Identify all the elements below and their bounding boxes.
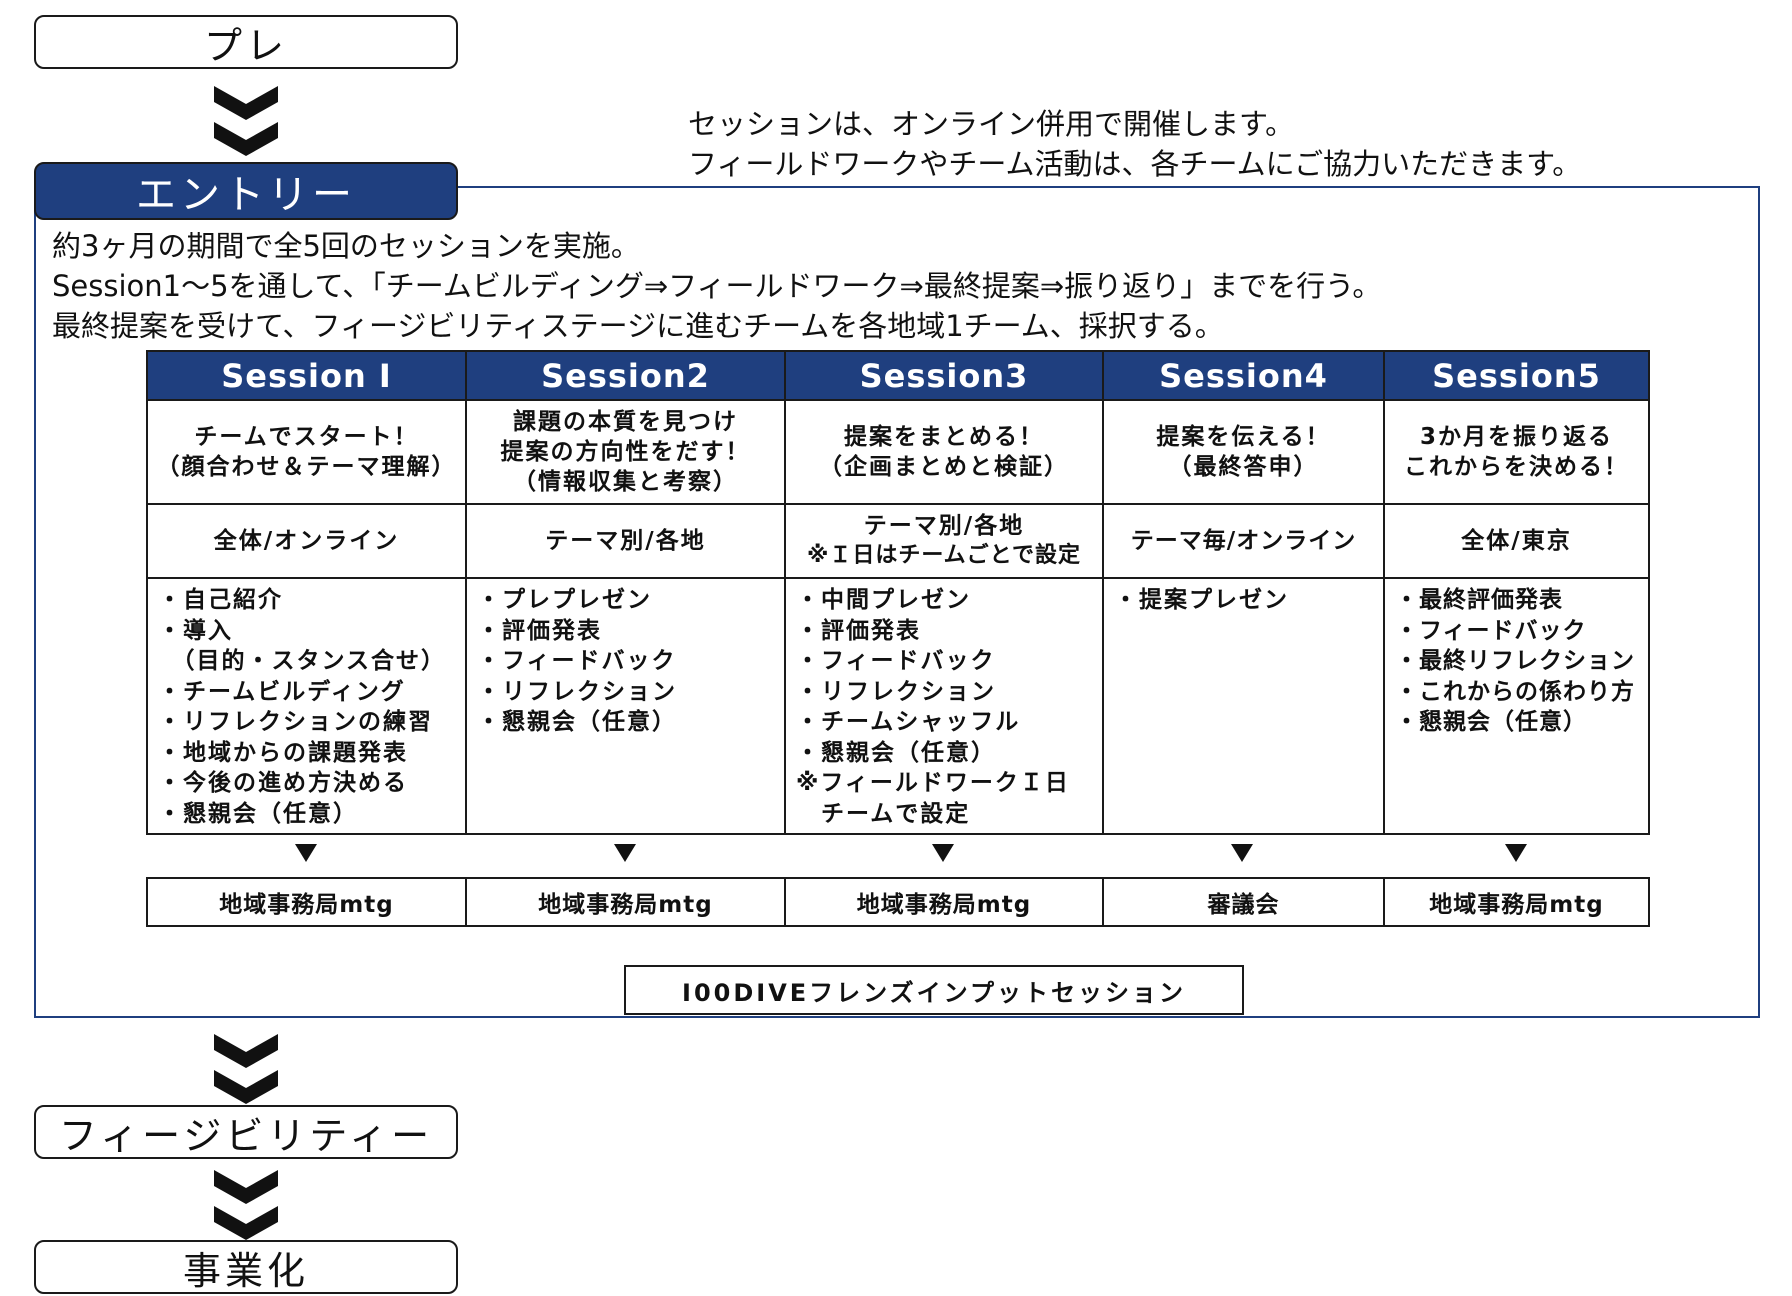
session-3-goal: 提案をまとめる！ （企画まとめと検証） [784, 399, 1104, 505]
goal-line: （企画まとめと検証） [819, 454, 1069, 480]
session-2-title: Session2 [465, 350, 786, 401]
activity-item: ・懇親会（任意） [477, 709, 677, 735]
venue-line: ※Ｉ日はチームごとで設定 [806, 543, 1082, 568]
activity-item: ・リフレクションの練習 [158, 709, 433, 735]
goal-line: （最終答申） [1168, 454, 1319, 480]
session-4-title: Session4 [1102, 350, 1385, 401]
activity-item: ・導入 [158, 617, 233, 644]
goal-line: （顔合わせ＆テーマ理解） [156, 454, 457, 480]
activity-item: ・これからの係わり方 [1395, 678, 1635, 705]
activity-item: ※フィールドワークＩ日 [796, 770, 1070, 796]
double-chevron-down-icon [214, 1170, 278, 1240]
triangle-down-icon [932, 844, 954, 862]
goal-row: チームでスタート！ （顔合わせ＆テーマ理解） 課題の本質を見つけ 提案の方向性を… [146, 399, 1650, 505]
session-2-goal: 課題の本質を見つけ 提案の方向性をだす！ （情報収集と考察） [465, 399, 786, 505]
goal-line: 3か月を振り返る [1419, 424, 1613, 450]
session-5-title: Session5 [1383, 350, 1650, 401]
session-5-venue: 全体/東京 [1383, 503, 1650, 579]
activity-item: ・チームシャッフル [796, 709, 1021, 735]
activity-item: ・自己紹介 [158, 587, 283, 613]
venue-line: テーマ別/各地 [863, 513, 1025, 539]
triangle-down-icon [614, 844, 636, 862]
activity-item: ・提案プレゼン [1114, 587, 1289, 613]
double-chevron-down-icon [214, 1034, 278, 1104]
session-2-venue: テーマ別/各地 [465, 503, 786, 579]
double-chevron-down-icon [214, 86, 278, 156]
intro-line-3: 最終提案を受けて、フィージビリティステージに進むチームを各地域1チーム、採択する… [52, 309, 1224, 343]
venue-line: テーマ毎/オンライン [1130, 528, 1357, 554]
venue-row: 全体/オンライン テーマ別/各地 テーマ別/各地 ※Ｉ日はチームごとで設定 テー… [146, 503, 1650, 579]
activity-item: ・最終評価発表 [1395, 587, 1563, 613]
stage-entry: エントリー [34, 162, 458, 220]
friends-input-session-box: I00DIVEフレンズインプットセッション [624, 965, 1244, 1015]
venue-line: 全体/オンライン [213, 528, 400, 554]
note-line-1: セッションは、オンライン併用で開催します。 [688, 107, 1295, 141]
activity-item: ・フィードバック [796, 648, 996, 674]
session-5-followup: 地域事務局mtg [1383, 877, 1650, 927]
activities-row: ・自己紹介 ・導入 （目的・スタンス合せ） ・チームビルディング ・リフレクショ… [146, 577, 1650, 835]
session-3-followup: 地域事務局mtg [784, 877, 1104, 927]
session-2-followup: 地域事務局mtg [465, 877, 786, 927]
session-4-venue: テーマ毎/オンライン [1102, 503, 1385, 579]
activity-item: ・プレプレゼン [477, 587, 652, 613]
goal-line: （情報収集と考察） [513, 469, 738, 495]
goal-line: 提案を伝える！ [1156, 424, 1331, 450]
session-3-activities: ・中間プレゼン ・評価発表 ・フィードバック ・リフレクション ・チームシャッフ… [784, 577, 1104, 835]
activity-item: ・中間プレゼン [796, 587, 971, 613]
intro-line-1: 約3ヶ月の期間で全5回のセッションを実施。 [52, 229, 640, 263]
goal-line: 提案をまとめる！ [844, 424, 1044, 450]
session-5-activities: ・最終評価発表 ・フィードバック ・最終リフレクション ・これからの係わり方 ・… [1383, 577, 1650, 835]
activity-item: ・懇親会（任意） [1395, 709, 1587, 735]
activity-item: ・懇親会（任意） [796, 739, 996, 766]
intro-line-2: Session1～5を通して、「チームビルディング⇒フィールドワーク⇒最終提案⇒… [52, 269, 1382, 303]
goal-line: 提案の方向性をだす！ [500, 439, 751, 465]
followup-meeting-row: 地域事務局mtg 地域事務局mtg 地域事務局mtg 審議会 地域事務局mtg [146, 877, 1650, 927]
activity-item: ・リフレクション [796, 678, 996, 705]
session-header-row: Session I Session2 Session3 Session4 Ses… [146, 350, 1650, 401]
entry-description: 約3ヶ月の期間で全5回のセッションを実施。 Session1～5を通して、「チー… [52, 226, 1381, 346]
note-line-2: フィールドワークやチーム活動は、各チームにご協力いただきます。 [688, 147, 1582, 181]
session-1-venue: 全体/オンライン [146, 503, 467, 579]
session-1-goal: チームでスタート！ （顔合わせ＆テーマ理解） [146, 399, 467, 505]
activity-item: ・チームビルディング [158, 678, 406, 705]
triangle-down-icon [1231, 844, 1253, 862]
activity-item: ・評価発表 [477, 617, 602, 644]
goal-line: チームでスタート！ [194, 424, 419, 450]
activity-item: ・評価発表 [796, 617, 921, 644]
session-4-activities: ・提案プレゼン [1102, 577, 1385, 835]
session-3-title: Session3 [784, 350, 1104, 401]
activity-item: ・最終リフレクション [1395, 648, 1635, 674]
goal-line: これからを決める！ [1404, 454, 1629, 480]
activity-item: ・懇親会（任意） [158, 800, 358, 827]
activity-item: ・今後の進め方決める [158, 770, 408, 796]
stage-pre: プレ [34, 15, 458, 69]
session-4-goal: 提案を伝える！ （最終答申） [1102, 399, 1385, 505]
session-1-followup: 地域事務局mtg [146, 877, 467, 927]
activity-item: （目的・スタンス合せ） [158, 648, 447, 674]
triangle-down-icon [295, 844, 317, 862]
goal-line: 課題の本質を見つけ [513, 409, 738, 435]
venue-line: 全体/東京 [1461, 528, 1572, 554]
activity-item: ・リフレクション [477, 678, 677, 705]
session-table: Session I Session2 Session3 Session4 Ses… [146, 350, 1650, 835]
activity-item: ・フィードバック [477, 648, 677, 674]
session-1-title: Session I [146, 350, 467, 401]
session-note: セッションは、オンライン併用で開催します。 フィールドワークやチーム活動は、各チ… [688, 104, 1581, 184]
triangle-down-icon [1505, 844, 1527, 862]
activity-item: ・地域からの課題発表 [158, 739, 408, 766]
activity-item: チームで設定 [796, 800, 971, 827]
session-2-activities: ・プレプレゼン ・評価発表 ・フィードバック ・リフレクション ・懇親会（任意） [465, 577, 786, 835]
session-5-goal: 3か月を振り返る これからを決める！ [1383, 399, 1650, 505]
session-4-followup: 審議会 [1102, 877, 1385, 927]
stage-feasibility: フィージビリティー [34, 1105, 458, 1159]
session-1-activities: ・自己紹介 ・導入 （目的・スタンス合せ） ・チームビルディング ・リフレクショ… [146, 577, 467, 835]
activity-item: ・フィードバック [1395, 617, 1587, 644]
stage-commercialization: 事業化 [34, 1240, 458, 1294]
session-3-venue: テーマ別/各地 ※Ｉ日はチームごとで設定 [784, 503, 1104, 579]
venue-line: テーマ別/各地 [545, 528, 706, 554]
